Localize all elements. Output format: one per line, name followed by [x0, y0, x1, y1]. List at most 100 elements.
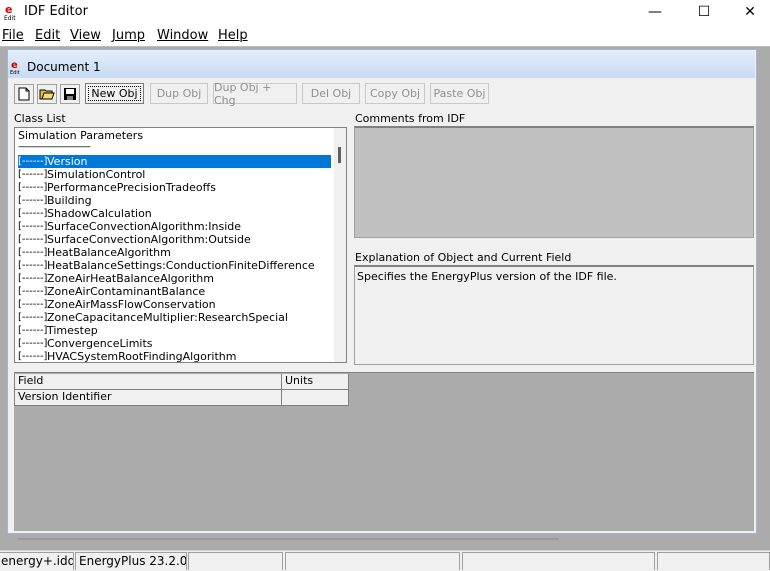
class-item-count: [------]: [18, 221, 48, 232]
class-list-item[interactable]: [------] Timestep: [16, 324, 331, 337]
class-item-count: [------]: [18, 195, 48, 206]
class-list-scroll-thumb[interactable]: [338, 147, 341, 163]
comments-label: Comments from IDF: [355, 112, 466, 125]
class-item-count: [------]: [18, 247, 48, 258]
class-item-name: ZoneAirHeatBalanceAlgorithm: [47, 272, 214, 285]
class-item-name: Version: [47, 155, 331, 168]
del-obj-button[interactable]: Del Obj: [302, 83, 360, 104]
class-item-name: HeatBalanceSettings:ConductionFiniteDiff…: [47, 259, 315, 272]
grid-header-field: Field: [14, 374, 282, 390]
class-item-count: [------]: [18, 182, 48, 193]
status-idd-file: energy+.idd: [0, 552, 74, 570]
save-disk-icon: [64, 88, 76, 100]
new-file-button[interactable]: [14, 84, 34, 104]
grid-field-name-cell[interactable]: Version Identifier: [14, 390, 282, 406]
class-item-count: [------]: [18, 260, 48, 271]
class-item-name: ZoneAirContaminantBalance: [47, 285, 206, 298]
open-button[interactable]: [37, 84, 57, 104]
new-file-icon: [18, 87, 30, 101]
comments-panel[interactable]: [354, 126, 754, 238]
status-version: EnergyPlus 23.2.0: [75, 552, 187, 570]
class-list-item[interactable]: [------] ConvergenceLimits: [16, 337, 331, 350]
class-item-count: [------]: [18, 338, 48, 349]
document-title-bar[interactable]: [8, 50, 755, 78]
explanation-label: Explanation of Object and Current Field: [355, 251, 572, 264]
dup-obj-button[interactable]: Dup Obj: [150, 83, 208, 104]
class-list-item[interactable]: [------] SimulationControl: [16, 168, 331, 181]
class-item-name: SurfaceConvectionAlgorithm:Inside: [47, 220, 242, 233]
class-list-item[interactable]: [------] Version: [16, 155, 331, 168]
class-list-item[interactable]: [------] Building: [16, 194, 331, 207]
dup-obj-chg-button[interactable]: Dup Obj + Chg: [213, 81, 297, 107]
new-obj-button[interactable]: New Obj: [85, 83, 144, 104]
class-list-item[interactable]: [------] SurfaceConvectionAlgorithm:Outsi…: [16, 233, 331, 246]
menu-file[interactable]: File: [2, 28, 24, 43]
class-item-count: [------]: [18, 234, 48, 245]
close-icon: ✕: [744, 4, 756, 20]
paste-obj-button[interactable]: Paste Obj: [430, 83, 489, 104]
class-list-item[interactable]: [------] HeatBalanceAlgorithm: [16, 246, 331, 259]
document-title: Document 1: [27, 60, 101, 74]
class-item-name: ZoneAirMassFlowConservation: [47, 298, 216, 311]
class-list-item[interactable]: [------] ZoneCapacitanceMultiplier:Resear…: [16, 311, 331, 324]
class-item-count: [------]: [18, 273, 48, 284]
class-item-name: HeatBalanceAlgorithm: [47, 246, 171, 259]
class-item-name: ShadowCalculation: [47, 207, 152, 220]
menu-view[interactable]: View: [70, 28, 101, 43]
class-list-item[interactable]: [------] ShadowCalculation: [16, 207, 331, 220]
maximize-icon: ☐: [697, 4, 711, 20]
class-item-name: HVACSystemRootFindingAlgorithm: [47, 350, 237, 363]
class-group-separator: --------------------------------: [18, 142, 91, 152]
menu-help[interactable]: Help: [218, 28, 248, 43]
maximize-button[interactable]: ☐: [681, 0, 727, 24]
class-item-count: [------]: [18, 286, 48, 297]
window-title: IDF Editor: [24, 4, 88, 19]
status-pane-3: [188, 552, 283, 570]
class-item-count: [------]: [18, 351, 48, 362]
class-item-name: Building: [47, 194, 92, 207]
close-button[interactable]: ✕: [727, 0, 770, 24]
class-list-item[interactable]: [------] HeatBalanceSettings:ConductionFi…: [16, 259, 331, 272]
class-list[interactable]: Simulation Parameters ------------------…: [14, 127, 347, 363]
class-list-item[interactable]: [------] SurfaceConvectionAlgorithm:Insid…: [16, 220, 331, 233]
class-item-count: [------]: [18, 169, 48, 180]
grid-header-units: Units: [282, 374, 349, 390]
class-item-count: [------]: [18, 299, 48, 310]
class-item-count: [------]: [18, 325, 48, 336]
status-pane-6: [657, 552, 770, 570]
minimize-icon: —: [648, 4, 662, 20]
class-item-count: [------]: [18, 312, 48, 323]
class-list-item[interactable]: [------] HVACSystemRootFindingAlgorithm: [16, 350, 331, 363]
minimize-button[interactable]: —: [632, 0, 678, 24]
svg-text:Edit: Edit: [10, 70, 20, 75]
menu-window[interactable]: Window: [157, 28, 208, 43]
app-icon[interactable]: e Edit: [4, 3, 20, 22]
class-list-item[interactable]: [------] PerformancePrecisionTradeoffs: [16, 181, 331, 194]
menu-jump[interactable]: Jump: [112, 28, 145, 43]
class-list-label: Class List: [14, 112, 66, 125]
open-folder-icon: [39, 89, 55, 100]
class-list-item[interactable]: [------] ZoneAirContaminantBalance: [16, 285, 331, 298]
document-icon[interactable]: e Edit: [10, 59, 24, 76]
class-item-name: SimulationControl: [47, 168, 146, 181]
class-item-name: Timestep: [47, 324, 98, 337]
class-list-item[interactable]: [------] ZoneAirHeatBalanceAlgorithm: [16, 272, 331, 285]
class-item-name: PerformancePrecisionTradeoffs: [47, 181, 216, 194]
svg-text:Edit: Edit: [4, 15, 16, 21]
copy-obj-button[interactable]: Copy Obj: [365, 83, 425, 104]
grid-units-cell[interactable]: [282, 390, 349, 406]
class-item-count: [------]: [18, 208, 48, 219]
class-group-heading: Simulation Parameters: [18, 129, 144, 142]
class-list-item[interactable]: [------] ZoneAirMassFlowConservation: [16, 298, 331, 311]
explanation-text: Specifies the EnergyPlus version of the …: [357, 270, 617, 283]
save-button[interactable]: [60, 84, 80, 104]
class-item-name: ConvergenceLimits: [47, 337, 153, 350]
horizontal-scrollbar[interactable]: [18, 538, 559, 540]
class-item-name: ZoneCapacitanceMultiplier:ResearchSpecia…: [47, 311, 288, 324]
status-pane-4: [285, 552, 460, 570]
class-item-count: [------]: [18, 155, 48, 168]
class-list-scrollbar[interactable]: [334, 128, 346, 362]
menu-edit[interactable]: Edit: [35, 28, 60, 43]
status-pane-5: [462, 552, 655, 570]
class-item-name: SurfaceConvectionAlgorithm:Outside: [47, 233, 251, 246]
